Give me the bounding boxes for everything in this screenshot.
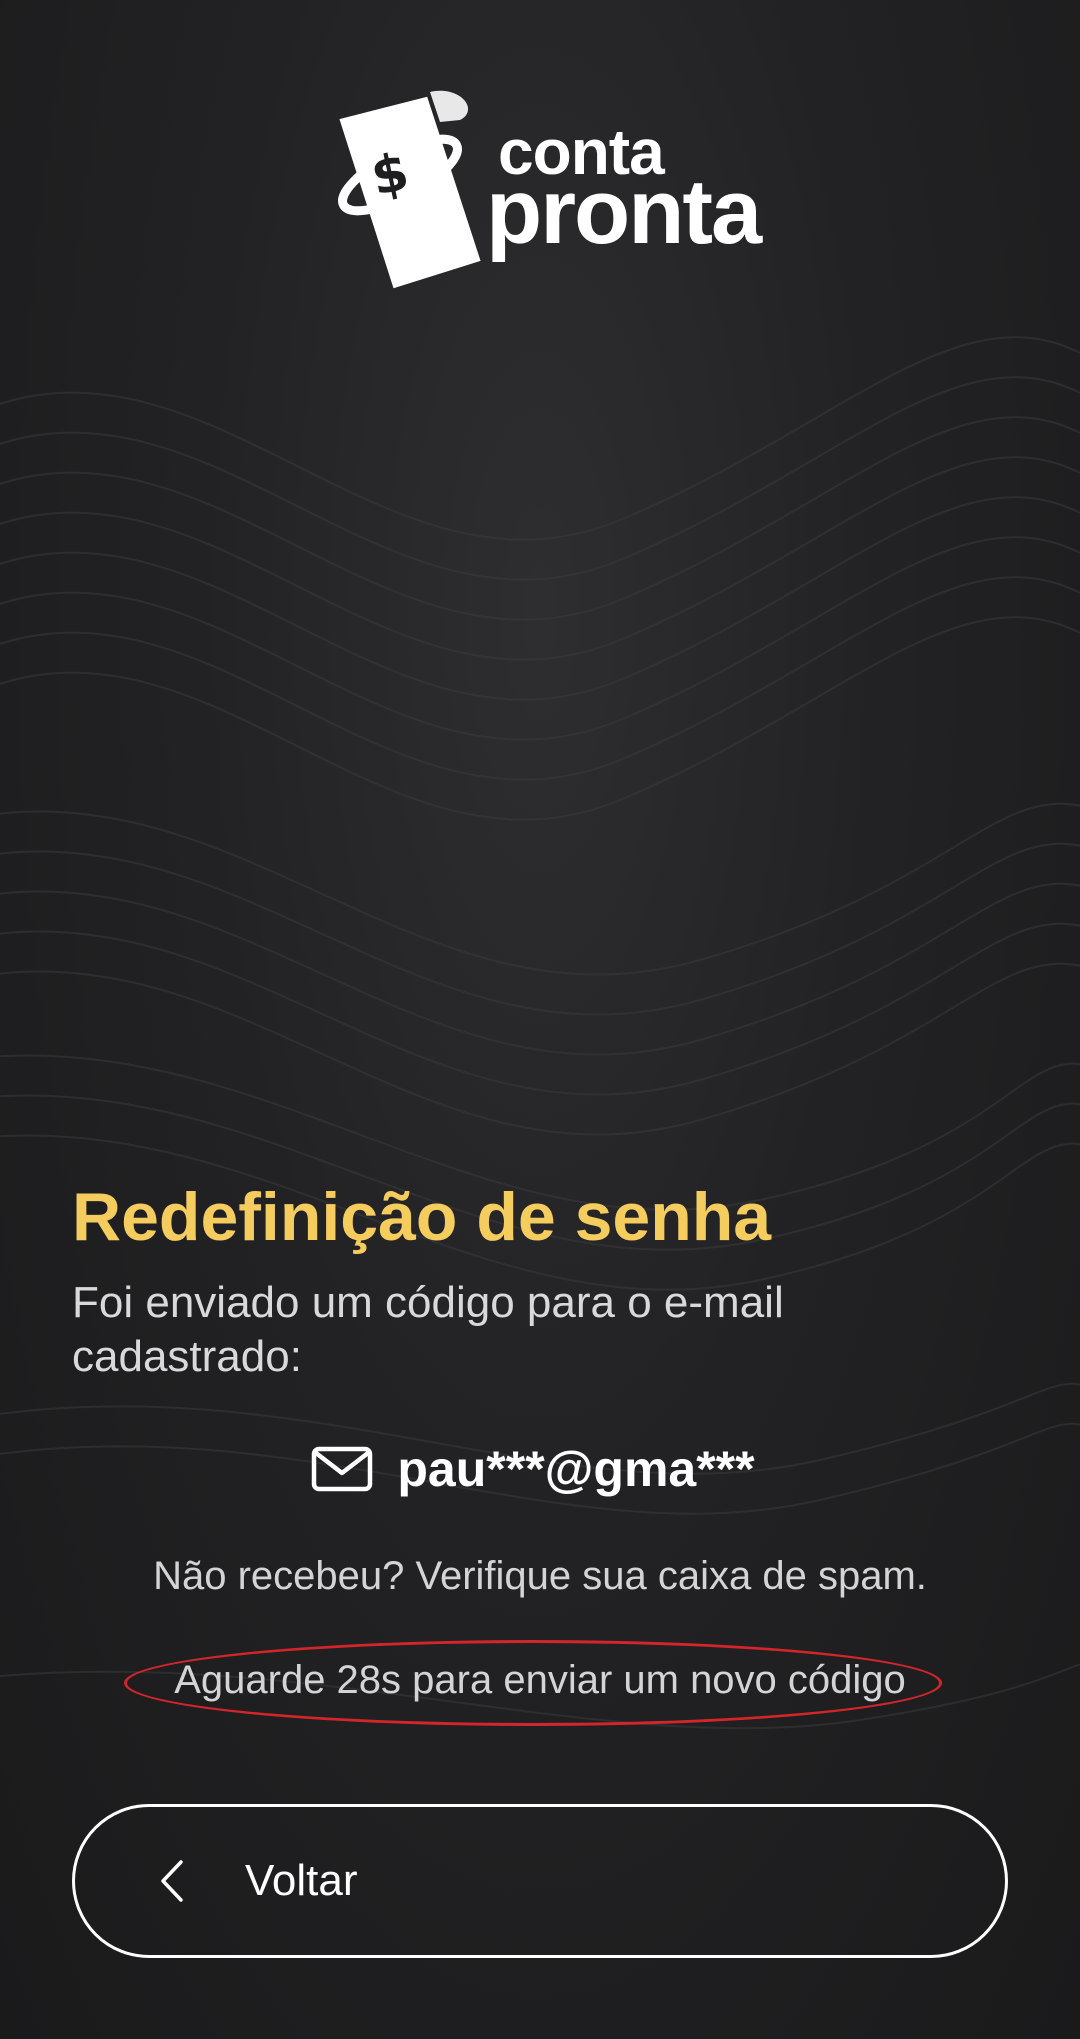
back-button[interactable]: Voltar: [72, 1804, 1008, 1958]
back-button-label: Voltar: [245, 1856, 358, 1905]
conta-pronta-logo: $ conta pronta: [320, 80, 762, 300]
spam-note: Não recebeu? Verifique sua caixa de spam…: [153, 1554, 927, 1598]
page-subtitle: Foi enviado um código para o e-mail cada…: [72, 1278, 784, 1382]
password-reset-screen: $ conta pronta Redefinição de senha Foi …: [0, 0, 1080, 2039]
masked-email: pau***@gma***: [397, 1441, 755, 1497]
receipt-dollar-icon: $: [338, 90, 481, 289]
resend-countdown: Aguarde 28s para enviar um novo código: [174, 1658, 906, 1702]
chevron-left-icon: [161, 1860, 183, 1902]
masked-email-row: pau***@gma***: [0, 1440, 1080, 1498]
background-wave-pattern: [0, 336, 1080, 1730]
logo-word-pronta: pronta: [486, 161, 762, 263]
mail-icon: [312, 1446, 373, 1492]
page-title: Redefinição de senha: [72, 1179, 772, 1255]
